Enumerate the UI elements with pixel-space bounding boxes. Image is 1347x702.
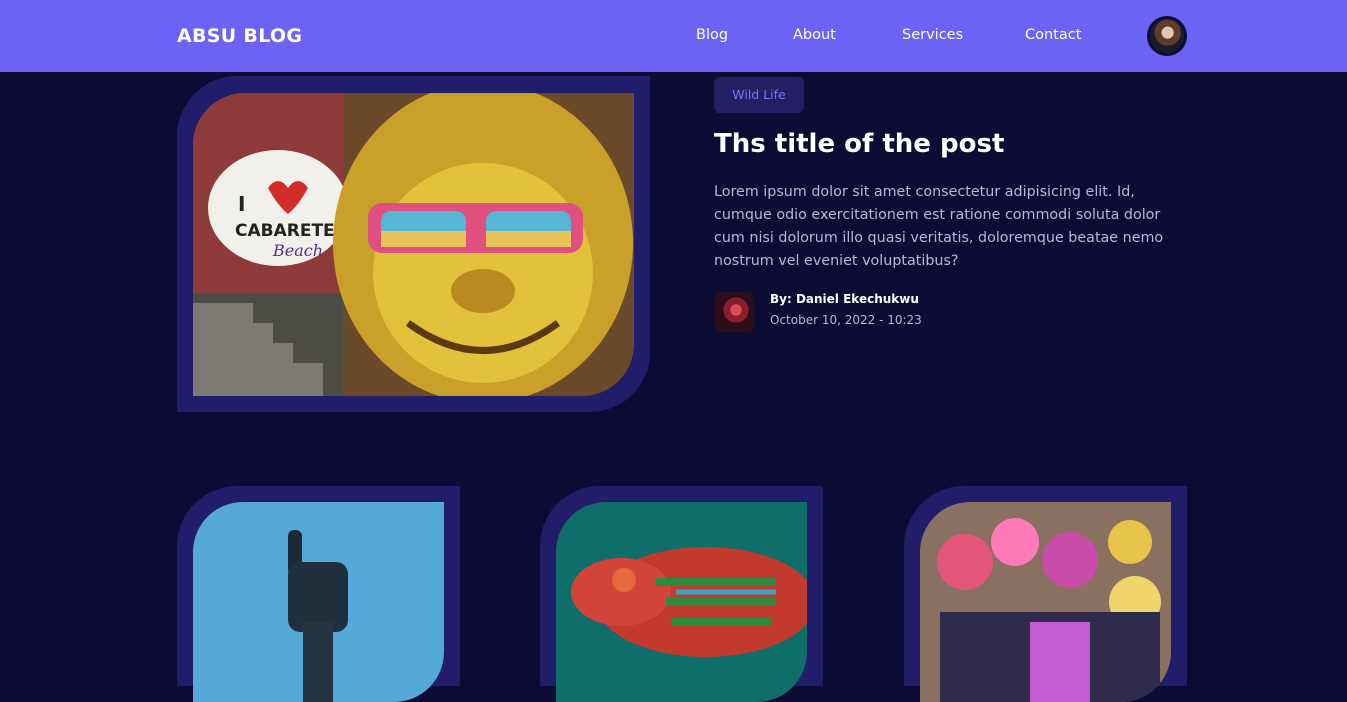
category-tag[interactable]: Wild Life: [714, 77, 804, 113]
post-title[interactable]: Ths title of the post: [714, 129, 1004, 159]
nav-link-blog[interactable]: Blog: [696, 27, 728, 43]
nav-link-contact[interactable]: Contact: [1025, 27, 1081, 43]
author-name: By: Daniel Ekechukwu: [770, 292, 919, 306]
graffiti-illustration: I CABARETE Beach: [193, 93, 634, 396]
chameleon-illustration: [556, 502, 807, 702]
site-logo[interactable]: ABSU BLOG: [177, 25, 302, 47]
svg-text:Beach: Beach: [272, 241, 323, 260]
robot-hand-illustration: [193, 502, 444, 702]
user-avatar[interactable]: [1147, 16, 1187, 56]
post-excerpt: Lorem ipsum dolor sit amet consectetur a…: [714, 184, 1164, 269]
avatar-image: [1150, 19, 1184, 53]
card-image-parade[interactable]: [920, 502, 1171, 702]
svg-text:I: I: [238, 192, 245, 216]
nav-link-services[interactable]: Services: [902, 27, 963, 43]
nav-link-about[interactable]: About: [793, 27, 836, 43]
svg-text:CABARETE: CABARETE: [235, 221, 335, 241]
featured-post-image[interactable]: I CABARETE Beach: [193, 93, 634, 396]
card-image-robot-hand[interactable]: [193, 502, 444, 702]
top-navbar: ABSU BLOG Blog About Services Contact: [0, 0, 1347, 72]
parade-illustration: [920, 502, 1171, 702]
post-date: October 10, 2022 - 10:23: [770, 313, 922, 327]
card-image-chameleon[interactable]: [556, 502, 807, 702]
author-avatar: [714, 292, 754, 332]
